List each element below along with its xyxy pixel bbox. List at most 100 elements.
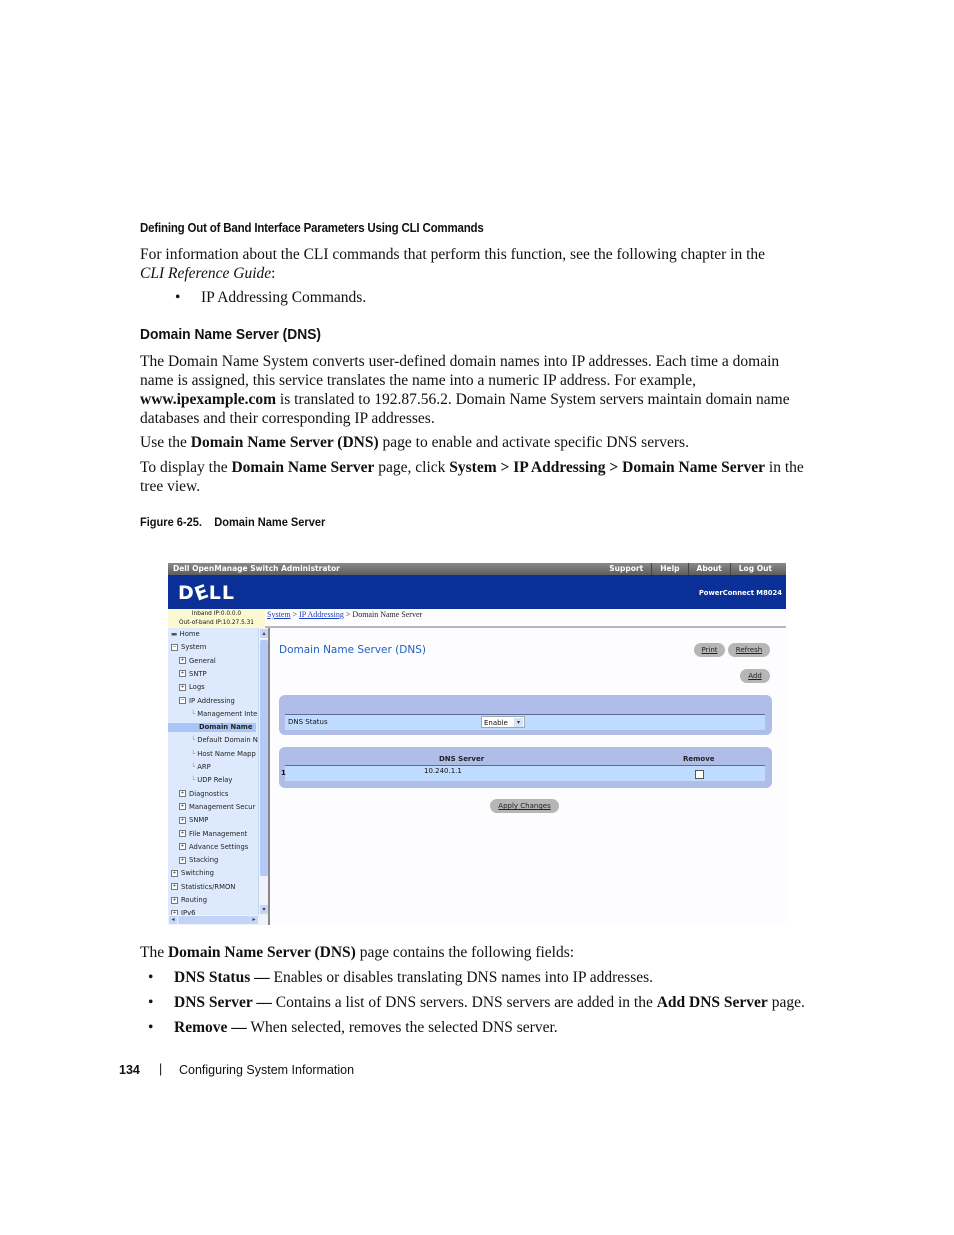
inband-ip: Inband IP:0.0.0.0	[191, 611, 242, 617]
tree-item-label: System	[181, 643, 207, 652]
remove-checkbox[interactable]	[695, 770, 704, 779]
dns-status-value: Enable	[484, 719, 508, 727]
field-term: DNS Status —	[174, 969, 270, 986]
tree-item-file-management[interactable]: + File Management	[179, 830, 247, 839]
field-extra-post: page.	[767, 994, 805, 1011]
fields-intro: The Domain Name Server (DNS) page contai…	[140, 943, 830, 962]
expand-icon[interactable]: +	[179, 657, 186, 665]
tree-item-ip-addressing[interactable]: − IP Addressing	[179, 697, 235, 706]
expand-icon[interactable]: +	[179, 830, 186, 837]
scroll-left-icon[interactable]: ◂	[169, 916, 177, 924]
dns-intro-paragraph: The Domain Name System converts user-def…	[140, 352, 830, 428]
figure-screenshot: Dell OpenManage Switch Administrator Sup…	[168, 563, 786, 925]
tree-item-label: UDP Relay	[197, 776, 233, 785]
expand-icon[interactable]: +	[179, 683, 186, 691]
apply-changes-button[interactable]: Apply Changes	[490, 799, 559, 813]
scroll-thumb[interactable]	[260, 640, 268, 876]
display-mid: page, click	[374, 459, 450, 476]
expand-icon[interactable]: +	[171, 883, 178, 891]
expand-icon[interactable]: +	[179, 816, 186, 824]
support-link[interactable]: Support	[601, 563, 651, 575]
page-number: 134	[119, 1063, 140, 1077]
expand-icon[interactable]: +	[179, 803, 186, 811]
breadcrumb-system[interactable]: System	[267, 610, 291, 619]
cli-paragraph: For information about the CLI commands t…	[140, 245, 830, 283]
display-paragraph: To display the Domain Name Server page, …	[140, 458, 830, 496]
tree-item-label: Statistics/RMON	[181, 882, 236, 891]
tree-item-general[interactable]: + General	[179, 657, 216, 666]
about-link[interactable]: About	[687, 563, 730, 575]
bullet-glyph: •	[148, 969, 154, 986]
tree-item-domain-name[interactable]: Domain Name	[168, 723, 256, 733]
tree-item-stacking[interactable]: + Stacking	[179, 856, 218, 865]
tree-horizontal-scrollbar[interactable]: ◂ ▸	[168, 915, 268, 925]
dns-status-select[interactable]: Enable ▾	[481, 716, 525, 728]
tree-item-switching[interactable]: + Switching	[171, 869, 214, 878]
tree-item-arp[interactable]: └ ARP	[191, 763, 211, 772]
collapse-icon[interactable]: −	[179, 697, 186, 704]
expand-icon[interactable]: +	[179, 670, 186, 678]
fields-post: page contains the following fields:	[355, 944, 575, 961]
column-header-remove: Remove	[683, 755, 715, 763]
field-term: Remove —	[174, 1019, 247, 1036]
dns-intro-line3: is translated to 192.87.56.2. Domain Nam…	[276, 391, 790, 408]
tree-item-home[interactable]: ▬ Home	[171, 630, 200, 639]
tree-item-logs[interactable]: + Logs	[179, 683, 205, 692]
scroll-right-icon[interactable]: ▸	[250, 916, 258, 924]
dns-intro-line2: name is assigned, this service translate…	[140, 372, 696, 389]
field-term: DNS Server —	[174, 994, 272, 1011]
app-titlebar: Dell OpenManage Switch Administrator Sup…	[168, 563, 786, 575]
breadcrumb: System > IP Addressing > Domain Name Ser…	[267, 610, 422, 619]
model-name: PowerConnect M8024	[698, 589, 782, 597]
tree-item-label: Logs	[189, 683, 205, 692]
tree-item-management-inte[interactable]: └ Management Inte	[191, 710, 257, 719]
cli-paragraph-line1: For information about the CLI commands t…	[140, 246, 766, 263]
tree-item-advance-settings[interactable]: + Advance Settings	[179, 843, 248, 852]
use-paragraph: Use the Domain Name Server (DNS) page to…	[140, 433, 830, 452]
tree-item-sntp[interactable]: + SNTP	[179, 670, 207, 679]
dns-status-panel: DNS Status Enable ▾	[279, 695, 772, 735]
display-line2: tree view.	[140, 478, 201, 495]
scroll-up-icon[interactable]: ▴	[260, 629, 268, 638]
breadcrumb-ip-addressing[interactable]: IP Addressing	[299, 610, 344, 619]
ip-info-box: Inband IP:0.0.0.0 Out-of-band IP:10.27.5…	[168, 609, 265, 629]
field-desc: When selected, removes the selected DNS …	[246, 1019, 558, 1036]
tree-item-statistics-rmon[interactable]: + Statistics/RMON	[171, 883, 235, 892]
top-links: Support Help About Log Out	[601, 563, 780, 575]
tree-item-udp-relay[interactable]: └ UDP Relay	[191, 776, 232, 785]
tree-item-diagnostics[interactable]: + Diagnostics	[179, 790, 228, 799]
tree-item-label: Diagnostics	[189, 789, 229, 798]
expand-icon[interactable]: +	[179, 790, 186, 798]
row-index: 1	[281, 769, 286, 777]
print-button[interactable]: Print	[694, 643, 725, 657]
scroll-down-icon[interactable]: ▾	[260, 905, 268, 914]
chevron-down-icon: ▾	[514, 718, 523, 727]
add-button[interactable]: Add	[740, 669, 770, 683]
cli-reference-guide: CLI Reference Guide	[140, 265, 272, 282]
expand-icon[interactable]: +	[171, 869, 178, 877]
help-link[interactable]: Help	[651, 563, 687, 575]
logout-link[interactable]: Log Out	[729, 563, 780, 575]
oob-ip: Out-of-band IP:10.27.5.31	[178, 619, 254, 626]
field-desc: Contains a list of DNS servers. DNS serv…	[271, 994, 657, 1011]
collapse-icon[interactable]: −	[171, 643, 178, 651]
tree-item-label: Host Name Mapp	[197, 749, 256, 758]
expand-icon[interactable]: +	[179, 856, 186, 864]
hscroll-thumb[interactable]	[178, 916, 250, 924]
footer-separator: |	[159, 1062, 163, 1076]
breadcrumb-sep: >	[290, 610, 300, 619]
tree-item-system[interactable]: − System	[171, 643, 206, 652]
app-title: Dell OpenManage Switch Administrator	[173, 564, 340, 573]
expand-icon[interactable]: +	[171, 896, 178, 904]
tree-item-default-domain-n[interactable]: └ Default Domain N	[191, 736, 258, 745]
use-bold: Domain Name Server (DNS)	[190, 434, 379, 451]
tree-item-label: General	[189, 656, 216, 665]
refresh-button[interactable]: Refresh	[728, 643, 770, 657]
tree-item-routing[interactable]: + Routing	[171, 896, 207, 905]
tree-item-host-name-mapp[interactable]: └ Host Name Mapp	[191, 750, 256, 759]
dns-intro-line4: databases and their corresponding IP add…	[140, 410, 435, 427]
tree-item-management-secur[interactable]: + Management Secur	[179, 803, 255, 812]
expand-icon[interactable]: +	[179, 843, 186, 851]
tree-item-snmp[interactable]: + SNMP	[179, 816, 208, 825]
bullet-glyph: •	[175, 289, 181, 306]
